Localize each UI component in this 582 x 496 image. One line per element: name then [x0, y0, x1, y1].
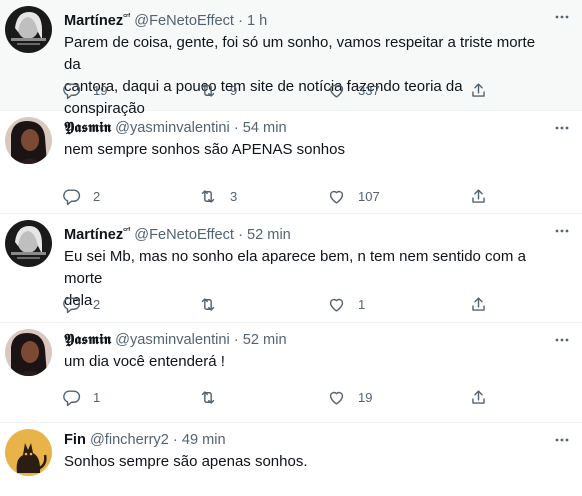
retweet-button[interactable]: 9	[198, 80, 237, 100]
display-name[interactable]: Martínez	[64, 227, 123, 243]
avatar[interactable]	[5, 220, 52, 267]
like-button[interactable]: 337	[327, 80, 380, 100]
more-options-icon[interactable]	[554, 223, 570, 239]
share-icon	[472, 389, 485, 404]
like-count: 107	[358, 188, 380, 204]
timestamp[interactable]: 54 min	[243, 120, 287, 136]
avatar[interactable]	[5, 329, 52, 376]
display-name[interactable]: 𝖄𝖆𝖘𝖒𝖎𝖓	[64, 331, 111, 348]
display-name[interactable]: Martínez	[64, 13, 123, 29]
tweet-text-line: Parem de coisa, gente, foi só um sonho, …	[64, 33, 536, 73]
retweet-count: 3	[230, 188, 238, 204]
tweet-header: Martínezᶜʳᶠ @FeNetoEffect · 1 h	[64, 7, 542, 31]
reply-icon	[63, 188, 81, 205]
reply-count: 2	[93, 296, 101, 312]
separator-dot: ·	[233, 120, 239, 136]
reply-count: 1	[93, 389, 101, 405]
share-button[interactable]	[469, 80, 488, 100]
share-button[interactable]	[469, 294, 488, 314]
more-options-icon[interactable]	[554, 9, 570, 25]
timestamp[interactable]: 52 min	[243, 332, 287, 348]
tweet-header: Fin @fincherry2 · 49 min	[64, 430, 542, 450]
heart-icon	[329, 391, 344, 405]
retweet-button[interactable]	[198, 294, 230, 314]
user-handle[interactable]: @FeNetoEffect	[134, 13, 234, 29]
user-handle[interactable]: @yasminvalentini	[115, 332, 230, 348]
separator-dot: ·	[238, 12, 243, 29]
name-suffix: ᶜʳᶠ	[123, 12, 131, 21]
retweet-icon	[201, 83, 215, 97]
reply-icon	[63, 82, 81, 99]
tweet-header: 𝖄𝖆𝖘𝖒𝖎𝖓 @yasminvalentini · 54 min	[64, 118, 542, 138]
retweet-button[interactable]: 3	[198, 186, 237, 206]
timestamp[interactable]: 1 h	[247, 13, 267, 29]
user-handle[interactable]: @FeNetoEffect	[134, 227, 234, 243]
reply-count: 2	[93, 188, 101, 204]
tweet[interactable]: Martínezᶜʳᶠ @FeNetoEffect · 52 min Eu se…	[0, 214, 582, 323]
reply-button[interactable]: 2	[62, 294, 100, 314]
reply-button[interactable]: 1	[62, 387, 100, 407]
user-handle[interactable]: @fincherry2	[90, 432, 169, 448]
share-icon	[472, 188, 485, 203]
separator-dot: ·	[172, 432, 178, 448]
avatar[interactable]	[5, 117, 52, 164]
reply-icon	[63, 296, 81, 313]
reply-button[interactable]: 2	[62, 186, 100, 206]
tweet[interactable]: Fin @fincherry2 · 49 min Sonhos sempre s…	[0, 423, 582, 496]
tweet-text-line: Sonhos sempre são apenas sonhos.	[64, 453, 308, 470]
share-icon	[472, 296, 485, 311]
display-name[interactable]: 𝖄𝖆𝖘𝖒𝖎𝖓	[64, 119, 111, 136]
tweet[interactable]: 𝖄𝖆𝖘𝖒𝖎𝖓 @yasminvalentini · 52 min um dia …	[0, 323, 582, 423]
retweet-count: 9	[230, 82, 238, 98]
timestamp[interactable]: 49 min	[182, 432, 226, 448]
share-icon	[472, 82, 485, 97]
reply-count: 19	[93, 82, 108, 98]
tweet-actions: 19 9 337	[62, 80, 502, 100]
user-handle[interactable]: @yasminvalentini	[115, 120, 230, 136]
tweet-header: 𝖄𝖆𝖘𝖒𝖎𝖓 @yasminvalentini · 52 min	[64, 330, 542, 350]
retweet-icon	[201, 297, 215, 311]
like-count: 337	[358, 82, 380, 98]
avatar[interactable]	[5, 429, 52, 476]
tweet-thread: Martínezᶜʳᶠ @FeNetoEffect · 1 h Parem de…	[0, 0, 582, 496]
tweet-text: Parem de coisa, gente, foi só um sonho, …	[64, 32, 542, 120]
like-count: 1	[358, 296, 366, 312]
separator-dot: ·	[238, 226, 243, 243]
tweet-text-line: nem sempre sonhos são APENAS sonhos	[64, 141, 345, 158]
more-options-icon[interactable]	[554, 120, 570, 136]
tweet-actions: 1 19	[62, 387, 502, 407]
more-options-icon[interactable]	[554, 432, 570, 448]
tweet-text-line: um dia você entenderá !	[64, 353, 225, 370]
tweet-header: Martínezᶜʳᶠ @FeNetoEffect · 52 min	[64, 221, 542, 245]
tweet-text-line: Eu sei Mb, mas no sonho ela aparece bem,…	[64, 247, 526, 287]
reply-icon	[63, 389, 81, 406]
retweet-icon	[201, 189, 215, 203]
like-button[interactable]: 1	[327, 294, 365, 314]
timestamp[interactable]: 52 min	[247, 227, 291, 243]
heart-icon	[329, 298, 344, 312]
like-button[interactable]: 107	[327, 186, 380, 206]
like-count: 19	[358, 389, 373, 405]
tweet-text: nem sempre sonhos são APENAS sonhos	[64, 139, 542, 161]
display-name[interactable]: Fin	[64, 432, 86, 448]
share-button[interactable]	[469, 186, 488, 206]
separator-dot: ·	[233, 332, 239, 348]
tweet-text: Sonhos sempre são apenas sonhos.	[64, 451, 542, 473]
like-button[interactable]: 19	[327, 387, 372, 407]
tweet-text: um dia você entenderá !	[64, 351, 542, 373]
avatar[interactable]	[5, 6, 52, 53]
reply-button[interactable]: 19	[62, 80, 107, 100]
name-suffix: ᶜʳᶠ	[123, 226, 131, 235]
more-options-icon[interactable]	[554, 332, 570, 348]
tweet[interactable]: Martínezᶜʳᶠ @FeNetoEffect · 1 h Parem de…	[0, 0, 582, 117]
tweet[interactable]: 𝖄𝖆𝖘𝖒𝖎𝖓 @yasminvalentini · 54 min nem sem…	[0, 111, 582, 214]
heart-icon	[329, 84, 344, 98]
tweet-actions: 2 1	[62, 294, 502, 314]
retweet-button[interactable]	[198, 387, 230, 407]
tweet-actions: 2 3 107	[62, 186, 502, 206]
heart-icon	[329, 190, 344, 204]
share-button[interactable]	[469, 387, 488, 407]
retweet-icon	[201, 390, 215, 404]
